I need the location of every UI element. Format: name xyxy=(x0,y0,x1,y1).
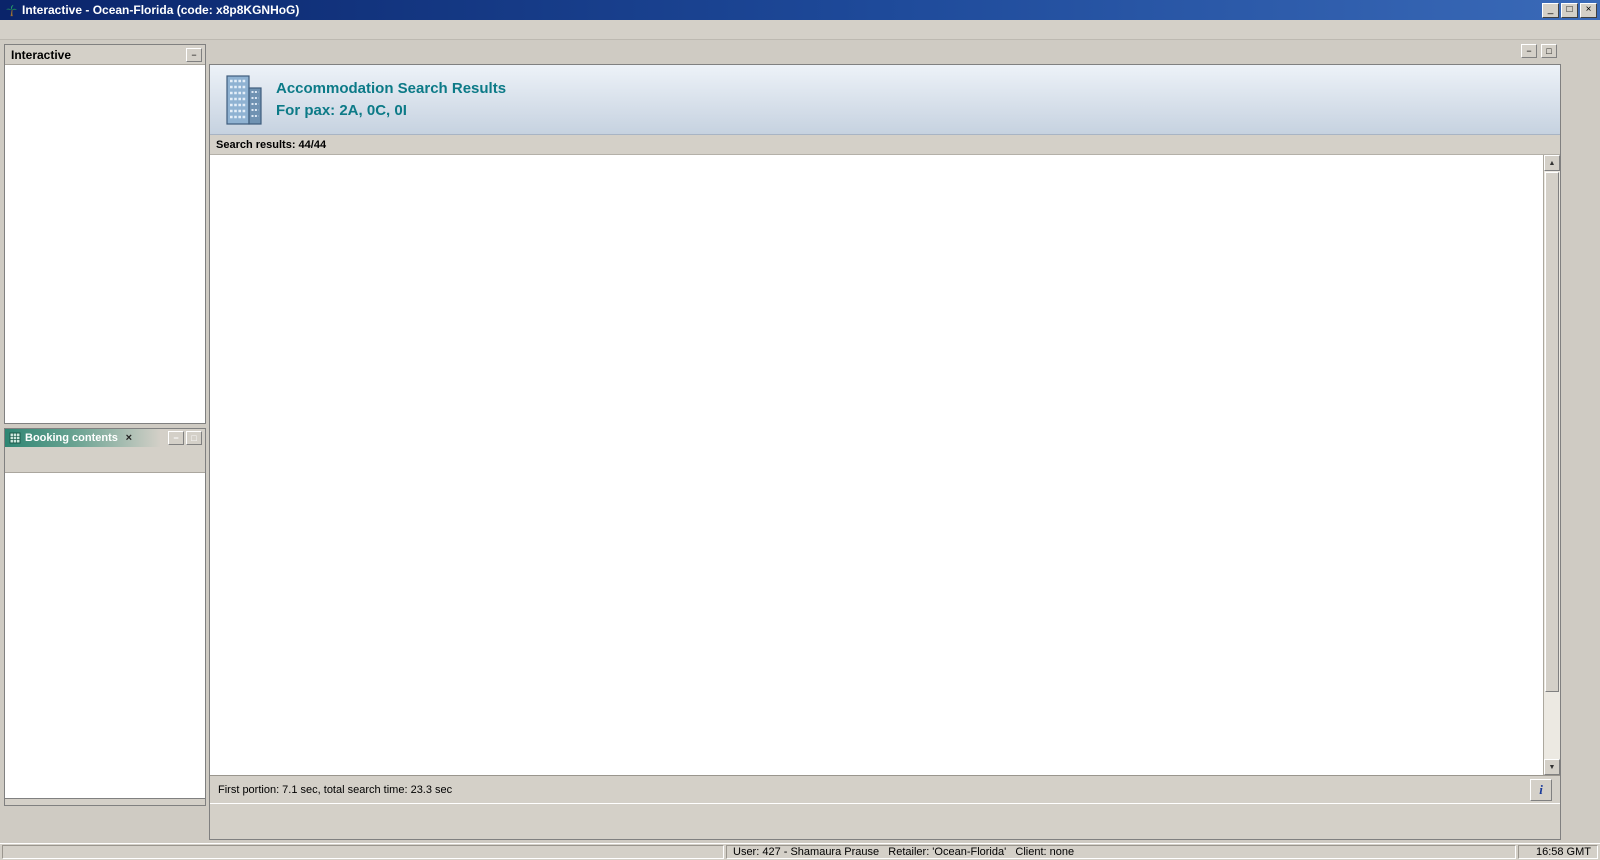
results-grid xyxy=(210,155,1543,775)
maximize-button[interactable]: □ xyxy=(1561,2,1578,18)
mdi-restore-button[interactable]: □ xyxy=(1541,44,1557,58)
mdi-window-buttons: − □ xyxy=(1519,44,1557,58)
navigation-panel-title: Interactive xyxy=(11,47,72,62)
close-button[interactable]: × xyxy=(1580,2,1597,18)
status-bar: User: 427 - Shamaura Prause Retailer: 'O… xyxy=(0,843,1600,860)
minimize-button[interactable]: _ xyxy=(1542,2,1559,18)
document-tabs xyxy=(209,42,1521,64)
status-clock: 16:58 GMT xyxy=(1518,845,1598,859)
booking-contents-title: Booking contents xyxy=(25,432,118,444)
booking-contents-restore-button[interactable]: □ xyxy=(186,431,202,445)
mdi-area: − □ Accommodation Search Results For pax… xyxy=(209,40,1561,843)
app-icon xyxy=(4,3,18,17)
booking-contents-toolbar xyxy=(5,447,205,473)
title-bar[interactable]: Interactive - Ocean-Florida (code: x8p8K… xyxy=(0,0,1600,20)
results-count-label: Search results: 44/44 xyxy=(216,138,327,151)
booking-contents-header[interactable]: Booking contents × − □ xyxy=(5,429,205,447)
results-count-bar: Search results: 44/44 xyxy=(210,135,1560,155)
booking-contents-panel: Booking contents × − □ xyxy=(4,428,206,806)
vertical-scrollbar[interactable]: ▲ ▼ xyxy=(1543,155,1560,775)
document-bottom-tabs xyxy=(210,803,1560,825)
booking-contents-minimize-button[interactable]: − xyxy=(168,431,184,445)
mdi-minimize-button[interactable]: − xyxy=(1521,44,1537,58)
booking-contents-icon xyxy=(9,432,21,444)
window-title: Interactive - Ocean-Florida (code: x8p8K… xyxy=(22,3,300,17)
scrollbar-track xyxy=(1544,693,1560,759)
booking-contents-totals xyxy=(5,798,205,805)
status-user-section: User: 427 - Shamaura Prause Retailer: 'O… xyxy=(726,845,1516,859)
results-table-area: ▲ ▼ xyxy=(210,155,1560,775)
results-titles: Accommodation Search Results For pax: 2A… xyxy=(276,78,1550,122)
search-results-document: Accommodation Search Results For pax: 2A… xyxy=(209,64,1561,840)
document-filler xyxy=(210,825,1560,839)
hotel-building-icon xyxy=(220,73,266,127)
results-header: Accommodation Search Results For pax: 2A… xyxy=(210,65,1560,135)
results-grid-header xyxy=(210,155,1543,172)
scroll-up-icon[interactable]: ▲ xyxy=(1544,155,1560,171)
scroll-down-icon[interactable]: ▼ xyxy=(1544,759,1560,775)
status-left-section xyxy=(2,845,724,859)
info-button[interactable]: i xyxy=(1530,778,1552,801)
booking-contents-close-icon[interactable]: × xyxy=(123,432,135,444)
scrollbar-thumb[interactable] xyxy=(1545,172,1559,692)
navigation-tree xyxy=(5,65,205,423)
menu-bar xyxy=(0,20,1600,40)
panel-collapse-button[interactable]: − xyxy=(186,47,202,62)
results-footer: First portion: 7.1 sec, total search tim… xyxy=(210,775,1560,803)
navigation-panel-header: Interactive − xyxy=(5,45,205,65)
search-timing-label: First portion: 7.1 sec, total search tim… xyxy=(218,783,453,796)
navigation-panel: Interactive − xyxy=(4,44,206,424)
results-subtitle: For pax: 2A, 0C, 0I xyxy=(276,101,407,119)
results-title: Accommodation Search Results xyxy=(276,79,507,97)
booking-contents-empty-area xyxy=(5,473,205,798)
